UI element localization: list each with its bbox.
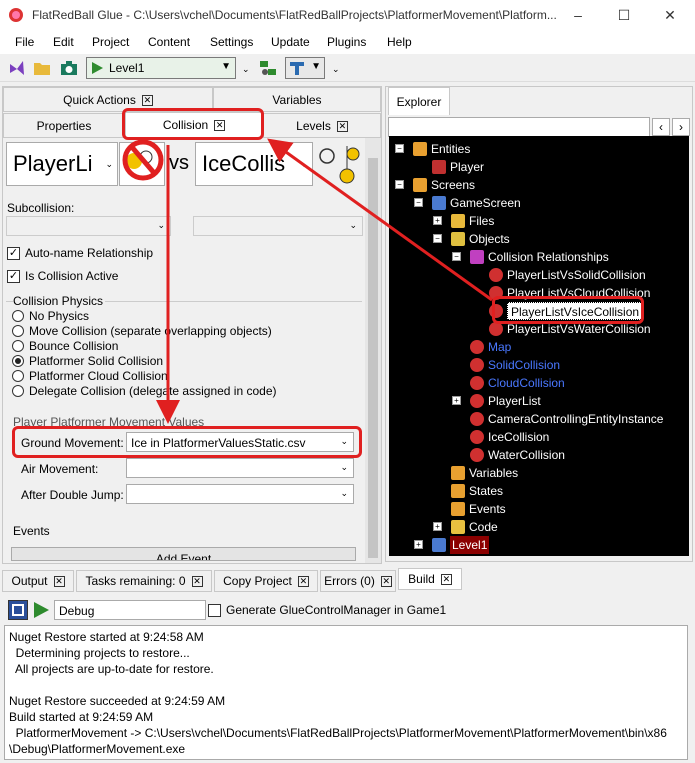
arrow-to-collision-tab [267,138,493,302]
annotation-arrows [122,138,493,424]
no-sign-icon [122,139,164,181]
